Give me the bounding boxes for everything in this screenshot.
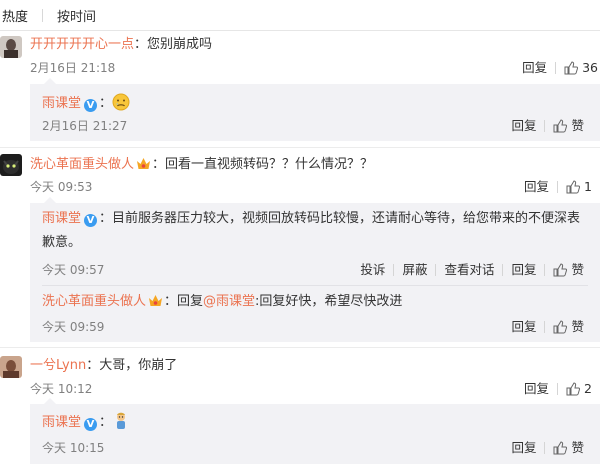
like-button[interactable]: 赞 bbox=[545, 118, 588, 134]
reply-caret bbox=[44, 78, 56, 84]
thumbs-up-icon bbox=[566, 180, 581, 194]
thumbs-up-icon bbox=[566, 382, 581, 396]
reply-box: 雨课堂 V： 今天 10:15 回复 赞 bbox=[30, 398, 600, 464]
reply-body: :回复好快，希望尽快改进 bbox=[255, 294, 403, 309]
verified-badge-icon: V bbox=[84, 418, 98, 431]
like-button[interactable]: 1 bbox=[558, 179, 600, 195]
comment-meta: 今天 10:12 回复 2 bbox=[30, 381, 600, 397]
like-button[interactable]: 2 bbox=[558, 381, 600, 397]
reply-button[interactable]: 回复 bbox=[503, 262, 544, 278]
reply-meta: 2月16日 21:27 回复 赞 bbox=[42, 118, 588, 134]
reply-actions: 回复 赞 bbox=[503, 440, 588, 456]
reply-divider bbox=[42, 285, 588, 286]
reply-username[interactable]: 洗心革面重头做人 bbox=[42, 294, 146, 309]
reply-prefix: ：回复 bbox=[164, 294, 204, 309]
reply-box: 雨课堂 V ：目前服务器压力较大，视频回放转码比较慢，还请耐心等待，给您带来的不便深… bbox=[30, 197, 600, 342]
comment-text: 洗心革面重头做人 ：回看一直视频转码？？什么情况？？ bbox=[30, 156, 373, 174]
thumbs-up-icon bbox=[553, 263, 568, 277]
reply-meta: 今天 09:59 回复 赞 bbox=[42, 319, 588, 335]
comment-time: 今天 10:12 bbox=[30, 382, 93, 396]
comment-username[interactable]: 开开开开开心一点 bbox=[30, 37, 134, 52]
like-label: 赞 bbox=[571, 262, 584, 277]
thumbs-up-icon bbox=[553, 320, 568, 334]
like-count: 2 bbox=[584, 381, 592, 396]
comment-actions: 回复 36 bbox=[514, 60, 600, 76]
comment-meta: 2月16日 21:18 回复 36 bbox=[30, 60, 600, 76]
avatar[interactable] bbox=[0, 154, 22, 176]
comment-username[interactable]: 一兮Lynn bbox=[30, 358, 86, 373]
reply-text: 雨课堂 V ：目前服务器压力较大，视频回放转码比较慢，还请耐心等待，给您带来的不便深… bbox=[42, 207, 582, 255]
thumbs-up-icon bbox=[553, 119, 568, 133]
mention-link[interactable]: @雨课堂 bbox=[203, 294, 255, 309]
comment-text: 一兮Lynn：大哥，你崩了 bbox=[30, 357, 177, 375]
comment-text: 开开开开开心一点：您别崩成吗 bbox=[30, 36, 212, 54]
reply-username[interactable]: 雨课堂 bbox=[42, 96, 81, 111]
comment-time: 今天 09:53 bbox=[30, 180, 93, 194]
reply-actions: 回复 赞 bbox=[503, 319, 588, 335]
reply-button[interactable]: 回复 bbox=[503, 319, 544, 335]
reply-caret bbox=[44, 398, 56, 404]
reply-text: 雨课堂 V： bbox=[42, 93, 130, 113]
reply-button[interactable]: 回复 bbox=[514, 60, 555, 76]
report-button[interactable]: 投诉 bbox=[352, 262, 393, 278]
reply-time: 今天 10:15 bbox=[42, 441, 105, 455]
like-button[interactable]: 赞 bbox=[545, 319, 588, 335]
crown-icon bbox=[149, 295, 163, 306]
comment-time: 2月16日 21:18 bbox=[30, 61, 116, 75]
like-count: 1 bbox=[584, 179, 592, 194]
comment-actions: 回复 2 bbox=[516, 381, 600, 397]
comment-username[interactable]: 洗心革面重头做人 bbox=[30, 157, 134, 172]
view-dialog-button[interactable]: 查看对话 bbox=[436, 262, 502, 278]
reply-username[interactable]: 雨课堂 bbox=[42, 211, 81, 226]
avatar[interactable] bbox=[0, 36, 22, 58]
reply-caret bbox=[44, 197, 56, 203]
comment-meta: 今天 09:53 回复 1 bbox=[30, 179, 600, 195]
reply-meta: 今天 09:57 投诉 屏蔽 查看对话 回复 赞 bbox=[42, 262, 588, 278]
like-button[interactable]: 36 bbox=[556, 60, 600, 76]
reply-body: ： bbox=[99, 415, 113, 430]
sort-by-hot[interactable]: 热度 bbox=[2, 6, 28, 25]
thumbs-up-icon bbox=[553, 441, 568, 455]
verified-badge-icon: V bbox=[84, 99, 98, 112]
sort-by-time[interactable]: 按时间 bbox=[57, 6, 96, 25]
block-button[interactable]: 屏蔽 bbox=[394, 262, 435, 278]
sort-bar: 热度 按时间 bbox=[0, 0, 600, 30]
like-label: 赞 bbox=[571, 440, 584, 455]
like-count: 36 bbox=[582, 60, 598, 75]
sad-face-emoji-icon bbox=[112, 93, 130, 111]
reply-actions: 回复 赞 bbox=[503, 118, 588, 134]
thumbs-up-icon bbox=[564, 61, 579, 75]
reply-body: ：目前服务器压力较大，视频回放转码比较慢，还请耐心等待，给您带来的不便深表歉意。 bbox=[42, 211, 581, 250]
comment-divider bbox=[0, 147, 600, 148]
comment-body: ：大哥，你崩了 bbox=[86, 358, 178, 373]
like-label: 赞 bbox=[571, 118, 584, 133]
reply-meta: 今天 10:15 回复 赞 bbox=[42, 440, 588, 456]
reply-body: ： bbox=[99, 96, 113, 111]
reply-button[interactable]: 回复 bbox=[503, 440, 544, 456]
comment-body: ：您别崩成吗 bbox=[134, 37, 213, 52]
avatar[interactable] bbox=[0, 356, 22, 378]
reply-username[interactable]: 雨课堂 bbox=[42, 415, 81, 430]
reply-text: 雨课堂 V： bbox=[42, 412, 130, 432]
doll-emoji-icon bbox=[117, 412, 126, 429]
reply-text: 洗心革面重头做人 ：回复@雨课堂:回复好快，希望尽快改进 bbox=[42, 293, 402, 311]
comment-actions: 回复 1 bbox=[516, 179, 600, 195]
comment-divider bbox=[0, 347, 600, 348]
reply-button[interactable]: 回复 bbox=[516, 179, 557, 195]
like-button[interactable]: 赞 bbox=[545, 440, 588, 456]
reply-time: 今天 09:57 bbox=[42, 263, 105, 277]
reply-button[interactable]: 回复 bbox=[503, 118, 544, 134]
like-label: 赞 bbox=[571, 319, 584, 334]
comment-body: ：回看一直视频转码？？什么情况？？ bbox=[152, 157, 374, 172]
sort-divider bbox=[42, 8, 44, 22]
crown-icon bbox=[137, 158, 151, 169]
reply-time: 2月16日 21:27 bbox=[42, 119, 128, 133]
reply-box: 雨课堂 V： 2月16日 21:27 回复 赞 bbox=[30, 78, 600, 141]
like-button[interactable]: 赞 bbox=[545, 262, 588, 278]
reply-button[interactable]: 回复 bbox=[516, 381, 557, 397]
verified-badge-icon: V bbox=[84, 214, 98, 227]
reply-time: 今天 09:59 bbox=[42, 320, 105, 334]
reply-actions: 投诉 屏蔽 查看对话 回复 赞 bbox=[352, 262, 588, 278]
sort-divider-line bbox=[0, 30, 600, 31]
